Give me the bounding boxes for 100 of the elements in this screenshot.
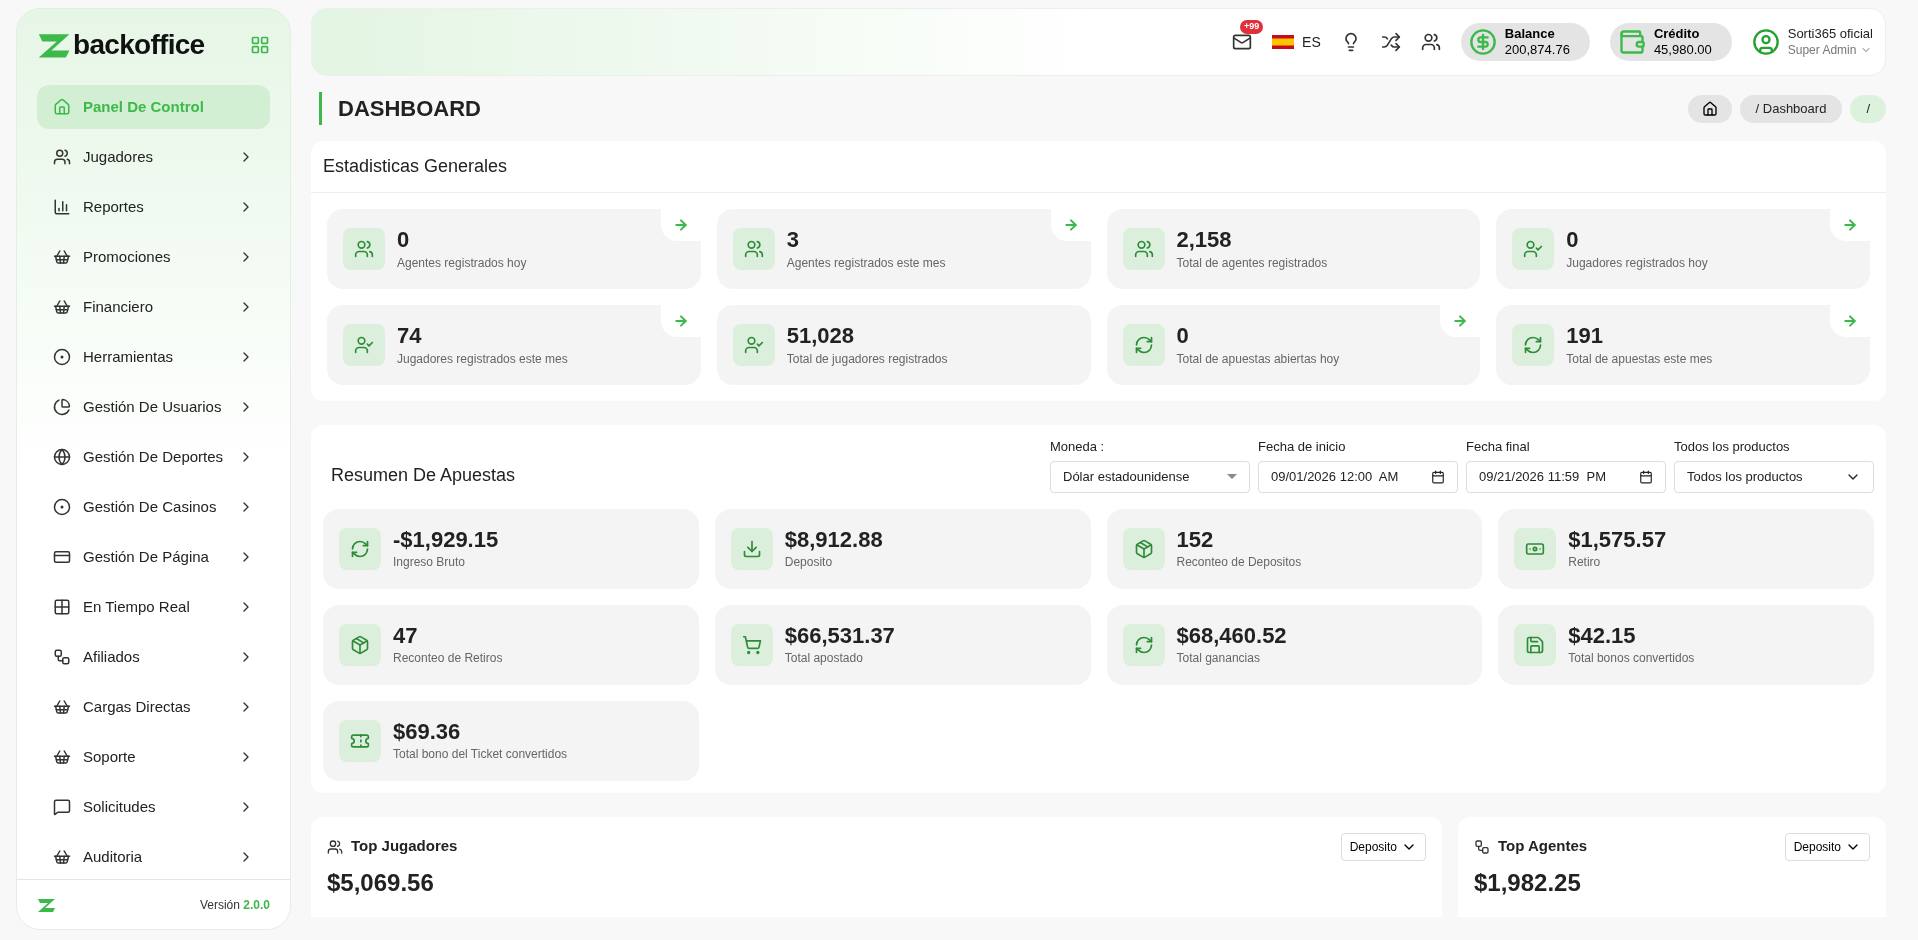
- stat-label: Total bono del Ticket convertidos: [393, 746, 568, 764]
- nav-item[interactable]: Gestión De Página: [37, 535, 270, 579]
- language-label[interactable]: ES: [1302, 31, 1321, 53]
- calendar-icon: [1639, 469, 1653, 484]
- filter-dropdown[interactable]: Deposito: [1340, 832, 1426, 861]
- nav-item[interactable]: Auditoria: [37, 835, 270, 879]
- stat-label: Total de jugadores registrados: [786, 350, 948, 368]
- package-icon: [350, 634, 370, 655]
- stat-value: 51,028: [786, 322, 856, 350]
- breadcrumb-link[interactable]: / Dashboard: [1739, 94, 1843, 123]
- stat-value: $1,575.57: [1568, 525, 1667, 554]
- dollar-coin-icon: [1468, 28, 1497, 56]
- stat-label: Ingreso Bruto: [393, 554, 467, 572]
- exchange-icon: [1133, 335, 1154, 355]
- panel-title: Top Agentes: [1498, 836, 1588, 857]
- stat-label: Agentes registrados hoy: [397, 254, 527, 272]
- bar-chart-icon: [53, 198, 71, 216]
- caret-icon: [1227, 474, 1237, 479]
- user-check-icon: [743, 335, 764, 355]
- calendar-icon: [1431, 469, 1445, 484]
- users-icon: [53, 148, 71, 166]
- nav-item[interactable]: Gestión De Casinos: [37, 485, 270, 529]
- stat-value: $69.36: [393, 717, 462, 746]
- nav-label: Financiero: [83, 296, 155, 317]
- nav-item[interactable]: Soporte: [37, 735, 270, 779]
- stat-label: Total ganancias: [1176, 650, 1261, 668]
- ring-icon: [53, 498, 71, 516]
- nav-label: Solicitudes: [83, 796, 157, 817]
- users-icon: [327, 838, 343, 855]
- stat-label: Total de apuestas este mes: [1566, 350, 1713, 368]
- network-icon: [53, 648, 71, 666]
- nav-item[interactable]: Gestión De Deportes: [37, 435, 270, 479]
- nav-item[interactable]: En Tiempo Real: [37, 585, 270, 629]
- mail-icon[interactable]: [1232, 32, 1253, 52]
- arrow-icon: [1842, 217, 1858, 233]
- stat-value: 191: [1566, 322, 1604, 350]
- field-label: Fecha final: [1466, 438, 1531, 456]
- cart-icon: [741, 634, 762, 655]
- wallet-icon: [1617, 28, 1646, 56]
- breadcrumb-home[interactable]: [1687, 94, 1732, 123]
- nav-label: Cargas Directas: [83, 696, 192, 717]
- nav-item[interactable]: Financiero: [37, 285, 270, 329]
- filter-field[interactable]: Dólar estadounidense: [1050, 460, 1250, 493]
- nav-item[interactable]: Gestión De Usuarios: [37, 385, 270, 429]
- arrow-icon: [1062, 217, 1079, 233]
- field-label: Todos los productos: [1674, 438, 1791, 456]
- stat-label: Retiro: [1568, 554, 1602, 572]
- logo-icon: [37, 897, 57, 913]
- filter-field[interactable]: Todos los productos: [1674, 460, 1874, 493]
- brand-name: backoffice: [73, 31, 205, 59]
- nav-item[interactable]: Reportes: [37, 185, 270, 229]
- nav-item[interactable]: Solicitudes: [37, 785, 270, 829]
- panel-title: Estadisticas Generales: [311, 141, 1886, 193]
- user-name: Sorti365 oficial: [1787, 26, 1873, 43]
- stat-value: $68,460.52: [1176, 621, 1287, 650]
- stat-label: Total apostado: [784, 650, 864, 668]
- nav-item[interactable]: Cargas Directas: [37, 685, 270, 729]
- arrow-icon: [1842, 313, 1858, 329]
- filter-field[interactable]: 09/21/2026 11:59 PM: [1466, 460, 1666, 493]
- basket-icon: [53, 698, 71, 716]
- stat-value: 0: [1176, 322, 1190, 350]
- stat-label: Agentes registrados este mes: [786, 254, 946, 272]
- nav-item[interactable]: Jugadores: [37, 135, 270, 179]
- basket-icon: [53, 298, 71, 316]
- card-icon: [53, 548, 71, 566]
- stat-value: -$1,929.15: [393, 525, 499, 554]
- stat-value: 0: [397, 226, 411, 254]
- users-icon: [743, 239, 764, 259]
- credit-label: Crédito: [1653, 25, 1701, 42]
- apps-icon[interactable]: [250, 35, 270, 55]
- users-icon[interactable]: [1420, 32, 1441, 52]
- shuffle-icon[interactable]: [1380, 32, 1401, 52]
- panel-title: Top Jugadores: [351, 836, 458, 857]
- nav-label: Gestión De Usuarios: [83, 396, 223, 417]
- stat-value: 3: [786, 226, 800, 254]
- nav-item[interactable]: Afiliados: [37, 635, 270, 679]
- field-value: Dólar estadounidense: [1063, 467, 1191, 486]
- stat-label: Total de agentes registrados: [1176, 254, 1328, 272]
- field-label: Fecha de inicio: [1258, 438, 1347, 456]
- nav-item[interactable]: Promociones: [37, 235, 270, 279]
- breadcrumb-link[interactable]: /: [1850, 94, 1886, 123]
- globe-icon: [53, 448, 71, 466]
- filter-field[interactable]: 09/01/2026 12:00 AM: [1258, 460, 1458, 493]
- exchange-icon: [1523, 335, 1544, 355]
- stat-value: 0: [1566, 226, 1580, 254]
- nav-label: Afiliados: [83, 646, 141, 667]
- filter-dropdown[interactable]: Deposito: [1784, 832, 1870, 861]
- nav-item[interactable]: Herramientas: [37, 335, 270, 379]
- credit-value: 45,980.00: [1653, 42, 1712, 59]
- nav-label: Herramientas: [83, 346, 175, 367]
- stat-label: Jugadores registrados hoy: [1566, 254, 1708, 272]
- panel-title: Resumen De Apuestas: [331, 463, 516, 487]
- user-role[interactable]: Super Admin: [1787, 42, 1873, 58]
- download-icon: [741, 538, 762, 559]
- users-icon: [354, 239, 374, 259]
- nav-label: Reportes: [83, 196, 145, 217]
- nav-label: Gestión De Deportes: [83, 446, 225, 467]
- top-amount: $1,982.25: [1474, 867, 1582, 898]
- stat-label: Reconteo de Depositos: [1176, 554, 1302, 572]
- nav-label: Jugadores: [83, 146, 155, 167]
